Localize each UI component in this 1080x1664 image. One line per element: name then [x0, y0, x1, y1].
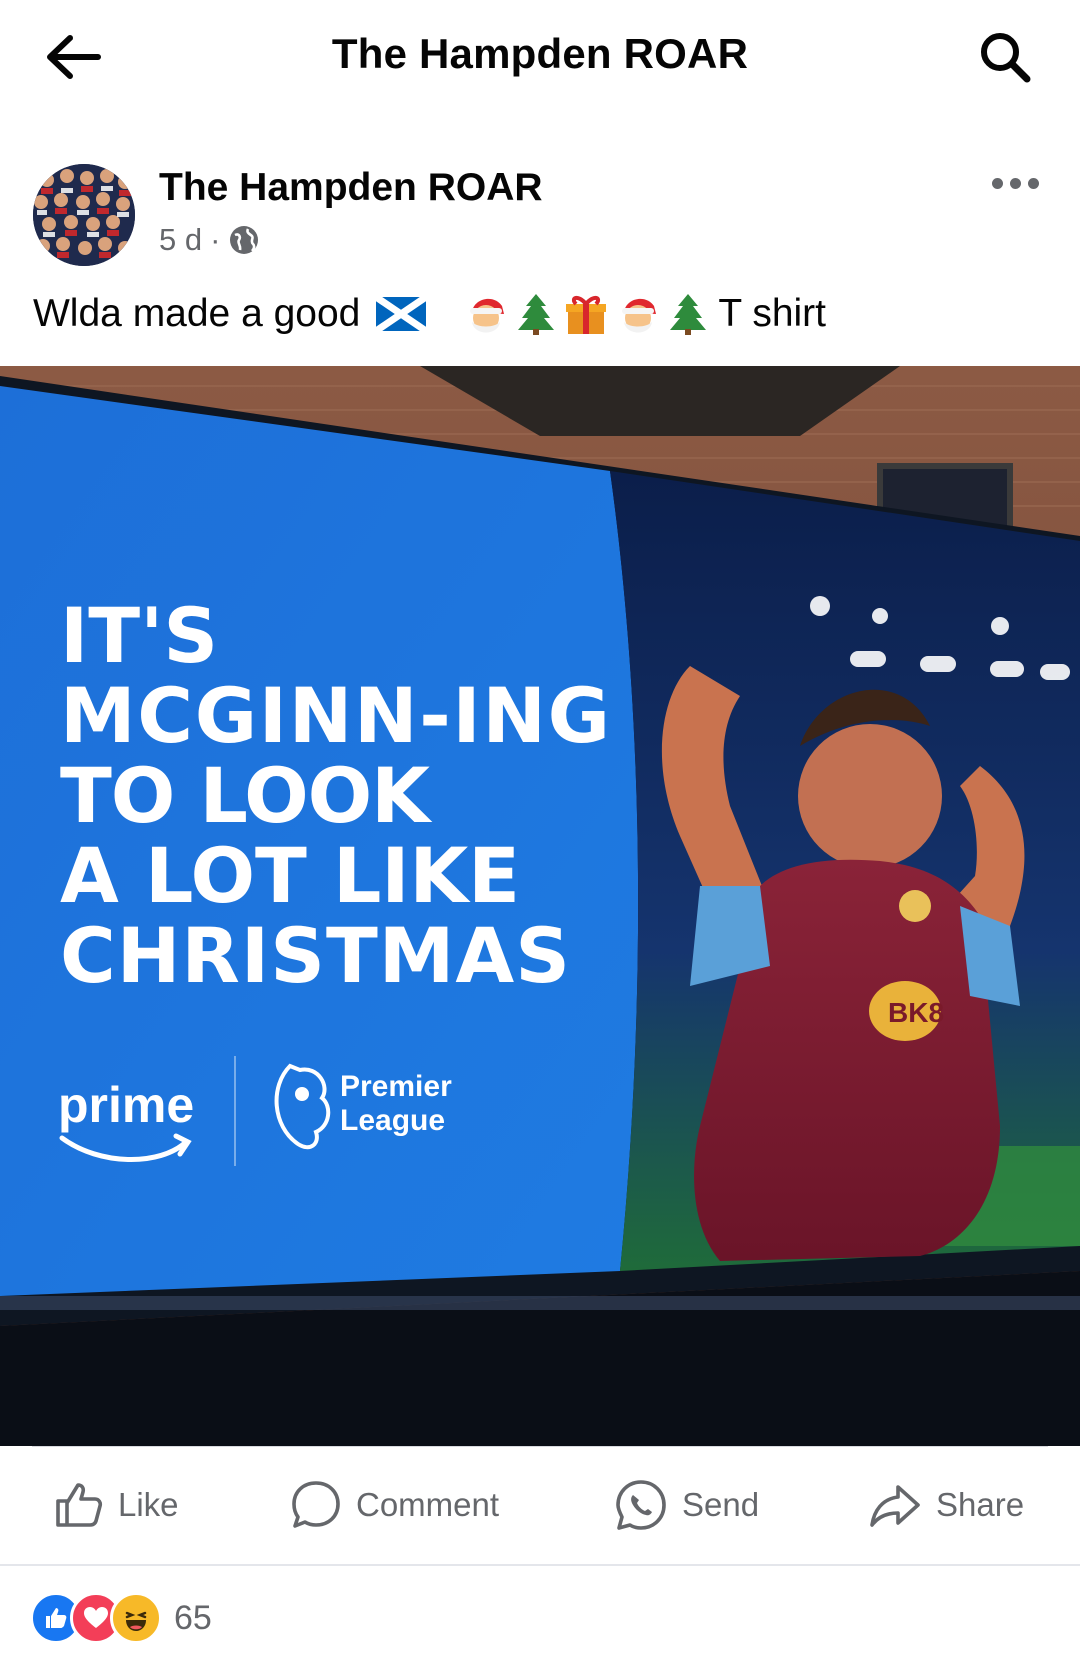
heart-icon — [84, 1607, 108, 1628]
thumbs-up-icon — [46, 1608, 67, 1628]
gift-emoji-icon — [566, 296, 607, 334]
top-bar: The Hampden ROAR — [0, 0, 1080, 110]
christmas-tree-emoji-icon — [518, 294, 555, 335]
billboard-photo: BK8 IT'S MCGINN-ING TO LOOK A LOT LIKE C… — [0, 366, 1080, 1446]
like-button[interactable]: Like — [52, 1447, 179, 1563]
post-text-start: Wlda made a good — [33, 292, 361, 335]
headline-line-5: CHRISTMAS — [60, 911, 570, 1000]
share-arrow-icon — [870, 1485, 920, 1527]
divider — [0, 1564, 1080, 1566]
send-label: Send — [682, 1486, 760, 1523]
premier-league-line-1: Premier — [340, 1070, 452, 1103]
headline-line-1: IT'S — [60, 591, 218, 680]
post-text: Wlda made a good T shirt — [33, 292, 826, 336]
more-options-button[interactable] — [980, 158, 1050, 208]
shirt-sponsor-text: BK8 — [888, 997, 944, 1028]
thumbs-up-icon — [56, 1483, 103, 1527]
post-author[interactable]: The Hampden ROAR — [159, 166, 543, 210]
laughing-face-icon — [125, 1611, 147, 1631]
search-button[interactable] — [970, 22, 1040, 92]
comment-bubble-icon — [292, 1481, 340, 1528]
send-button[interactable]: Send — [614, 1447, 759, 1563]
comment-button[interactable]: Comment — [290, 1447, 499, 1563]
page-title: The Hampden ROAR — [331, 30, 749, 77]
globe-icon — [230, 226, 259, 254]
post-action-bar: Like Comment Send Share — [0, 1447, 1080, 1563]
santa-emoji-icon — [622, 298, 661, 333]
headline-line-2: MCGINN-ING — [60, 671, 610, 760]
headline-line-3: TO LOOK — [60, 751, 433, 840]
avatar[interactable] — [33, 164, 135, 266]
reaction-count: 65 — [174, 1598, 212, 1637]
post-time[interactable]: 5 d — [159, 222, 202, 258]
post-header: The Hampden ROAR 5 d · — [0, 150, 1080, 270]
scotland-flag-icon — [376, 297, 427, 331]
search-icon — [981, 33, 1031, 83]
haha-reaction-icon — [110, 1592, 162, 1644]
share-button[interactable]: Share — [868, 1447, 1024, 1563]
post-text-end: T shirt — [718, 292, 827, 335]
christmas-tree-emoji-icon — [670, 294, 707, 335]
premier-league-line-2: League — [340, 1104, 445, 1137]
comment-label: Comment — [356, 1486, 500, 1523]
prime-logo-text: prime — [58, 1077, 194, 1133]
whatsapp-icon — [616, 1480, 666, 1530]
meta-separator: · — [210, 222, 221, 257]
dot-icon — [991, 177, 1003, 189]
reactions-summary[interactable]: 65 — [30, 1588, 212, 1648]
dot-icon — [1027, 177, 1039, 189]
post-meta: 5 d · — [159, 222, 260, 258]
crowd-avatar-image — [33, 164, 135, 266]
share-label: Share — [936, 1486, 1025, 1523]
dot-icon — [1009, 177, 1021, 189]
santa-emoji-icon — [470, 298, 509, 333]
post-image[interactable]: BK8 IT'S MCGINN-ING TO LOOK A LOT LIKE C… — [0, 366, 1080, 1446]
like-label: Like — [118, 1486, 179, 1523]
headline-line-4: A LOT LIKE — [60, 831, 520, 920]
